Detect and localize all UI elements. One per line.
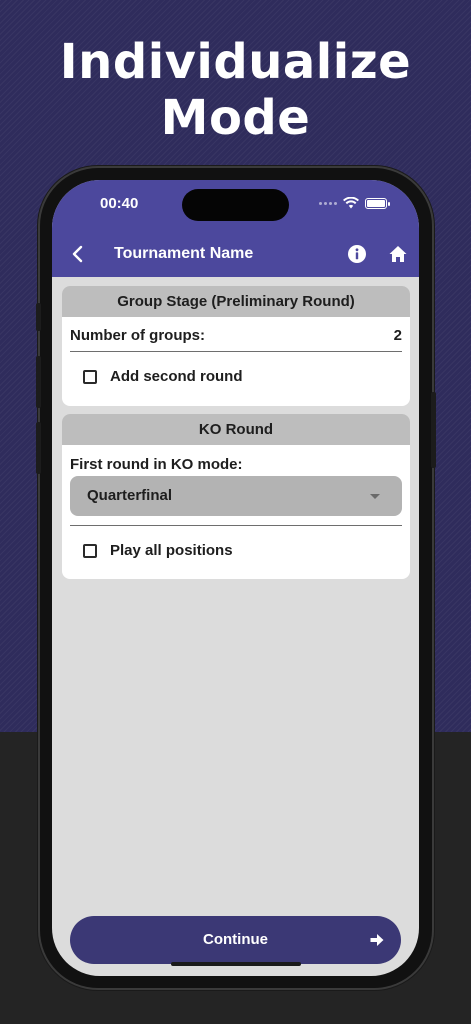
phone-mute-switch	[36, 303, 41, 331]
signal-icon	[319, 201, 337, 205]
promo-headline: Individualize Mode	[0, 34, 471, 146]
status-icons	[319, 197, 390, 209]
play-all-positions-row[interactable]: Play all positions	[83, 542, 233, 559]
phone-screen: 00:40 Tournament Name Group Stage (Preli…	[52, 180, 419, 976]
back-button[interactable]	[66, 242, 90, 266]
chevron-left-icon	[72, 245, 83, 263]
play-all-positions-checkbox[interactable]	[83, 543, 97, 558]
promo-headline-line1: Individualize	[59, 34, 412, 90]
continue-label: Continue	[203, 931, 268, 948]
tournament-title: Tournament Name	[114, 245, 254, 262]
add-second-round-row[interactable]: Add second round	[83, 368, 243, 385]
number-of-groups-label: Number of groups:	[70, 327, 205, 344]
groups-divider	[70, 351, 402, 352]
info-button[interactable]	[346, 243, 368, 265]
wifi-icon	[343, 197, 359, 209]
add-second-round-checkbox[interactable]	[83, 369, 97, 384]
promo-headline-line2: Mode	[160, 90, 311, 146]
ko-round-card: KO Round First round in KO mode: Quarter…	[62, 414, 410, 579]
promo-page: Individualize Mode 00:40 Tournament Name…	[0, 0, 471, 1024]
first-round-ko-selected: Quarterfinal	[87, 487, 173, 504]
group-stage-header: Group Stage (Preliminary Round)	[62, 286, 410, 317]
navigation-row: Tournament Name	[52, 236, 419, 272]
ko-divider	[70, 525, 402, 526]
home-indicator	[171, 962, 301, 966]
phone-power-button	[431, 392, 436, 468]
number-of-groups-value[interactable]: 2	[394, 327, 402, 344]
play-all-positions-label: Play all positions	[110, 542, 233, 559]
app-bar: 00:40 Tournament Name	[52, 180, 419, 277]
first-round-ko-dropdown[interactable]: Quarterfinal	[70, 476, 402, 516]
arrow-right-icon	[370, 934, 384, 946]
battery-icon	[365, 197, 390, 209]
continue-button[interactable]: Continue	[70, 916, 401, 964]
phone-volume-up	[36, 356, 41, 408]
group-stage-card: Group Stage (Preliminary Round) Number o…	[62, 286, 410, 406]
status-time: 00:40	[100, 195, 139, 212]
info-icon	[348, 245, 366, 263]
add-second-round-label: Add second round	[110, 368, 243, 385]
home-button[interactable]	[387, 243, 409, 265]
phone-volume-down	[36, 422, 41, 474]
dynamic-island	[182, 189, 289, 221]
ko-round-header: KO Round	[62, 414, 410, 445]
first-round-ko-label: First round in KO mode:	[70, 456, 243, 473]
home-icon	[389, 246, 407, 262]
dropdown-arrow-icon	[370, 494, 380, 499]
